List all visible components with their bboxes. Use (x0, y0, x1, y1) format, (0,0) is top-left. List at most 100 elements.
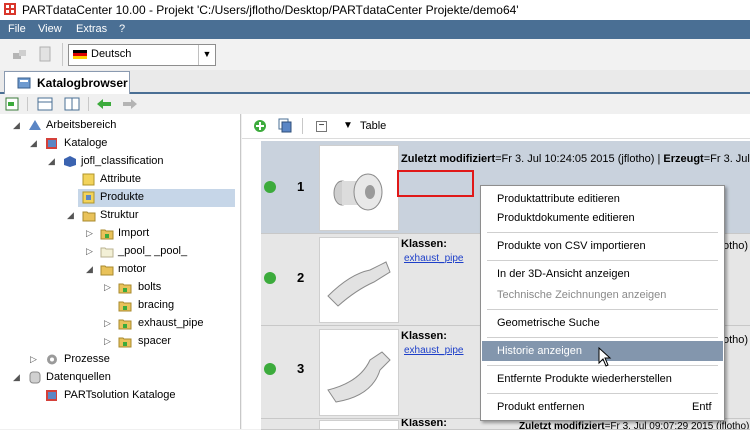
window-title: PARTdataCenter 10.00 - Projekt 'C:/Users… (22, 3, 519, 17)
highlight-rectangle (397, 170, 474, 197)
menu-extras[interactable]: Extras (76, 23, 107, 35)
tree-label: motor (118, 263, 147, 275)
collapse-icon[interactable]: ◢ (30, 138, 37, 149)
tree-item-exhaust-pipe[interactable]: ▷ exhaust_pipe (0, 315, 240, 333)
product-thumbnail (319, 145, 399, 231)
tree-label: Kataloge (64, 137, 108, 149)
menu-bar: File View Extras ? (0, 20, 750, 39)
table-dropdown-icon[interactable]: ▼ (343, 120, 353, 131)
tree-label: bracing (138, 299, 175, 311)
menu-item-show-3d[interactable]: In der 3D-Ansicht anzeigen (482, 264, 723, 284)
folder-icon (100, 247, 114, 258)
tree-label: Prozesse (64, 353, 110, 365)
tree-item-processes[interactable]: ▷ Prozesse (0, 351, 240, 369)
classes-label: Klassen: (401, 419, 447, 429)
tree-label: exhaust_pipe (138, 317, 204, 329)
table-view-label[interactable]: Table (360, 120, 386, 132)
layout-rows-icon[interactable] (37, 97, 53, 111)
arrow-left-icon[interactable] (97, 99, 111, 109)
row-trail-text: otho) (723, 334, 749, 346)
tree-item-datasources[interactable]: ◢ Datenquellen (0, 369, 240, 387)
collapse-all-icon[interactable]: − (316, 121, 327, 132)
collapse-icon[interactable]: ◢ (13, 372, 20, 383)
modified-value: =Fr 3. Jul 10:24:05 2015 (jflotho) | (495, 153, 664, 165)
toolbar-divider (62, 43, 63, 66)
arrow-right-icon[interactable] (123, 99, 137, 109)
title-bar: PARTdataCenter 10.00 - Projekt 'C:/Users… (0, 0, 750, 21)
menu-view[interactable]: View (38, 23, 62, 35)
catalogs-icon (46, 390, 57, 401)
layout-columns-icon[interactable] (64, 97, 80, 111)
language-select[interactable]: Deutsch ▼ (68, 44, 216, 66)
tree-item-partsolution[interactable]: PARTsolution Kataloge (0, 387, 240, 405)
product-thumbnail (319, 237, 399, 323)
tree-item-bracing[interactable]: bracing (0, 297, 240, 315)
tree-item-catalogs[interactable]: ◢ Kataloge (0, 135, 240, 153)
class-link[interactable]: exhaust_pipe (404, 345, 464, 356)
workspace-icon (29, 120, 41, 130)
tree-item-pool[interactable]: ▷ _pool_ _pool_ (0, 243, 240, 261)
tree-item-import[interactable]: ▷ Import (0, 225, 240, 243)
app-icon (4, 3, 16, 15)
folder-open-icon (82, 211, 96, 222)
expand-icon[interactable]: ▷ (86, 246, 93, 257)
folder-icon (118, 301, 132, 312)
tree-item-workspace[interactable]: ◢ Arbeitsbereich (0, 117, 240, 135)
row-trail-text: otho) (723, 240, 749, 252)
folder-open-icon (100, 265, 114, 276)
tab-katalogbrowser[interactable]: Katalogbrowser (4, 71, 130, 94)
expand-icon[interactable]: ▷ (104, 318, 111, 329)
tree-item-products[interactable]: Produkte (78, 189, 235, 207)
created-label: Erzeugt (663, 153, 704, 165)
collapse-icon[interactable]: ◢ (48, 156, 55, 167)
expand-icon[interactable]: ▷ (104, 336, 111, 347)
menu-separator (487, 309, 718, 310)
menu-file[interactable]: File (8, 23, 26, 35)
add-icon[interactable] (253, 119, 267, 133)
expand-icon[interactable]: ▷ (30, 354, 37, 365)
tree-label: _pool_ _pool_ (118, 245, 188, 257)
context-menu: Produktattribute editieren Produktdokume… (480, 185, 725, 421)
expand-icon[interactable]: ▷ (86, 228, 93, 239)
tree-label: Attribute (100, 173, 141, 185)
row-number: 1 (297, 179, 305, 194)
class-link[interactable]: exhaust_pipe (404, 253, 464, 264)
menu-item-label: Produkt entfernen (497, 401, 585, 413)
folder-icon (118, 319, 132, 330)
menu-item-restore-products[interactable]: Entfernte Produkte wiederherstellen (482, 369, 723, 389)
collapse-icon[interactable]: ◢ (13, 120, 20, 131)
product-thumbnail (319, 329, 399, 416)
menu-separator (487, 337, 718, 338)
exhaust-pipe-image (327, 261, 391, 307)
language-label: Deutsch (91, 48, 132, 60)
document-icon[interactable] (38, 46, 52, 62)
classification-icon (64, 156, 76, 167)
menu-item-geometric-search[interactable]: Geometrische Suche (482, 313, 723, 333)
tree-item-attributes[interactable]: Attribute (0, 171, 240, 189)
menu-item-edit-documents[interactable]: Produktdokumente editieren (482, 208, 723, 228)
tree-item-spacer[interactable]: ▷ spacer (0, 333, 240, 351)
tree-item-motor[interactable]: ◢ motor (0, 261, 240, 279)
tree-label: Arbeitsbereich (46, 119, 117, 131)
mouse-cursor-icon (598, 347, 612, 367)
tree-item-bolts[interactable]: ▷ bolts (0, 279, 240, 297)
menu-item-import-csv[interactable]: Produkte von CSV importieren (482, 236, 723, 256)
menu-item-remove-product[interactable]: Produkt entfernen Entf (482, 397, 723, 417)
tree-item-classification[interactable]: ◢ jofl_classification (0, 153, 240, 171)
row-number: 2 (297, 270, 305, 285)
chevron-down-icon[interactable]: ▼ (198, 45, 215, 65)
menu-help[interactable]: ? (119, 23, 125, 35)
export-icon[interactable] (5, 97, 19, 111)
menu-item-edit-attributes[interactable]: Produktattribute editieren (482, 189, 723, 209)
menu-item-label: In der 3D-Ansicht anzeigen (497, 268, 630, 280)
copy-icon[interactable] (278, 118, 292, 133)
menu-item-label: Produktattribute editieren (497, 193, 620, 205)
catalog-icon (17, 77, 31, 89)
catalog-tree: ◢ Arbeitsbereich ◢ Kataloge ◢ jofl_class… (0, 114, 241, 429)
expand-icon[interactable]: ▷ (104, 282, 111, 293)
collapse-icon[interactable]: ◢ (67, 210, 74, 221)
list-toolbar: − ▼ Table (242, 114, 750, 139)
connect-icon[interactable] (12, 47, 28, 62)
collapse-icon[interactable]: ◢ (86, 264, 93, 275)
tree-item-structure[interactable]: ◢ Struktur (0, 207, 240, 225)
